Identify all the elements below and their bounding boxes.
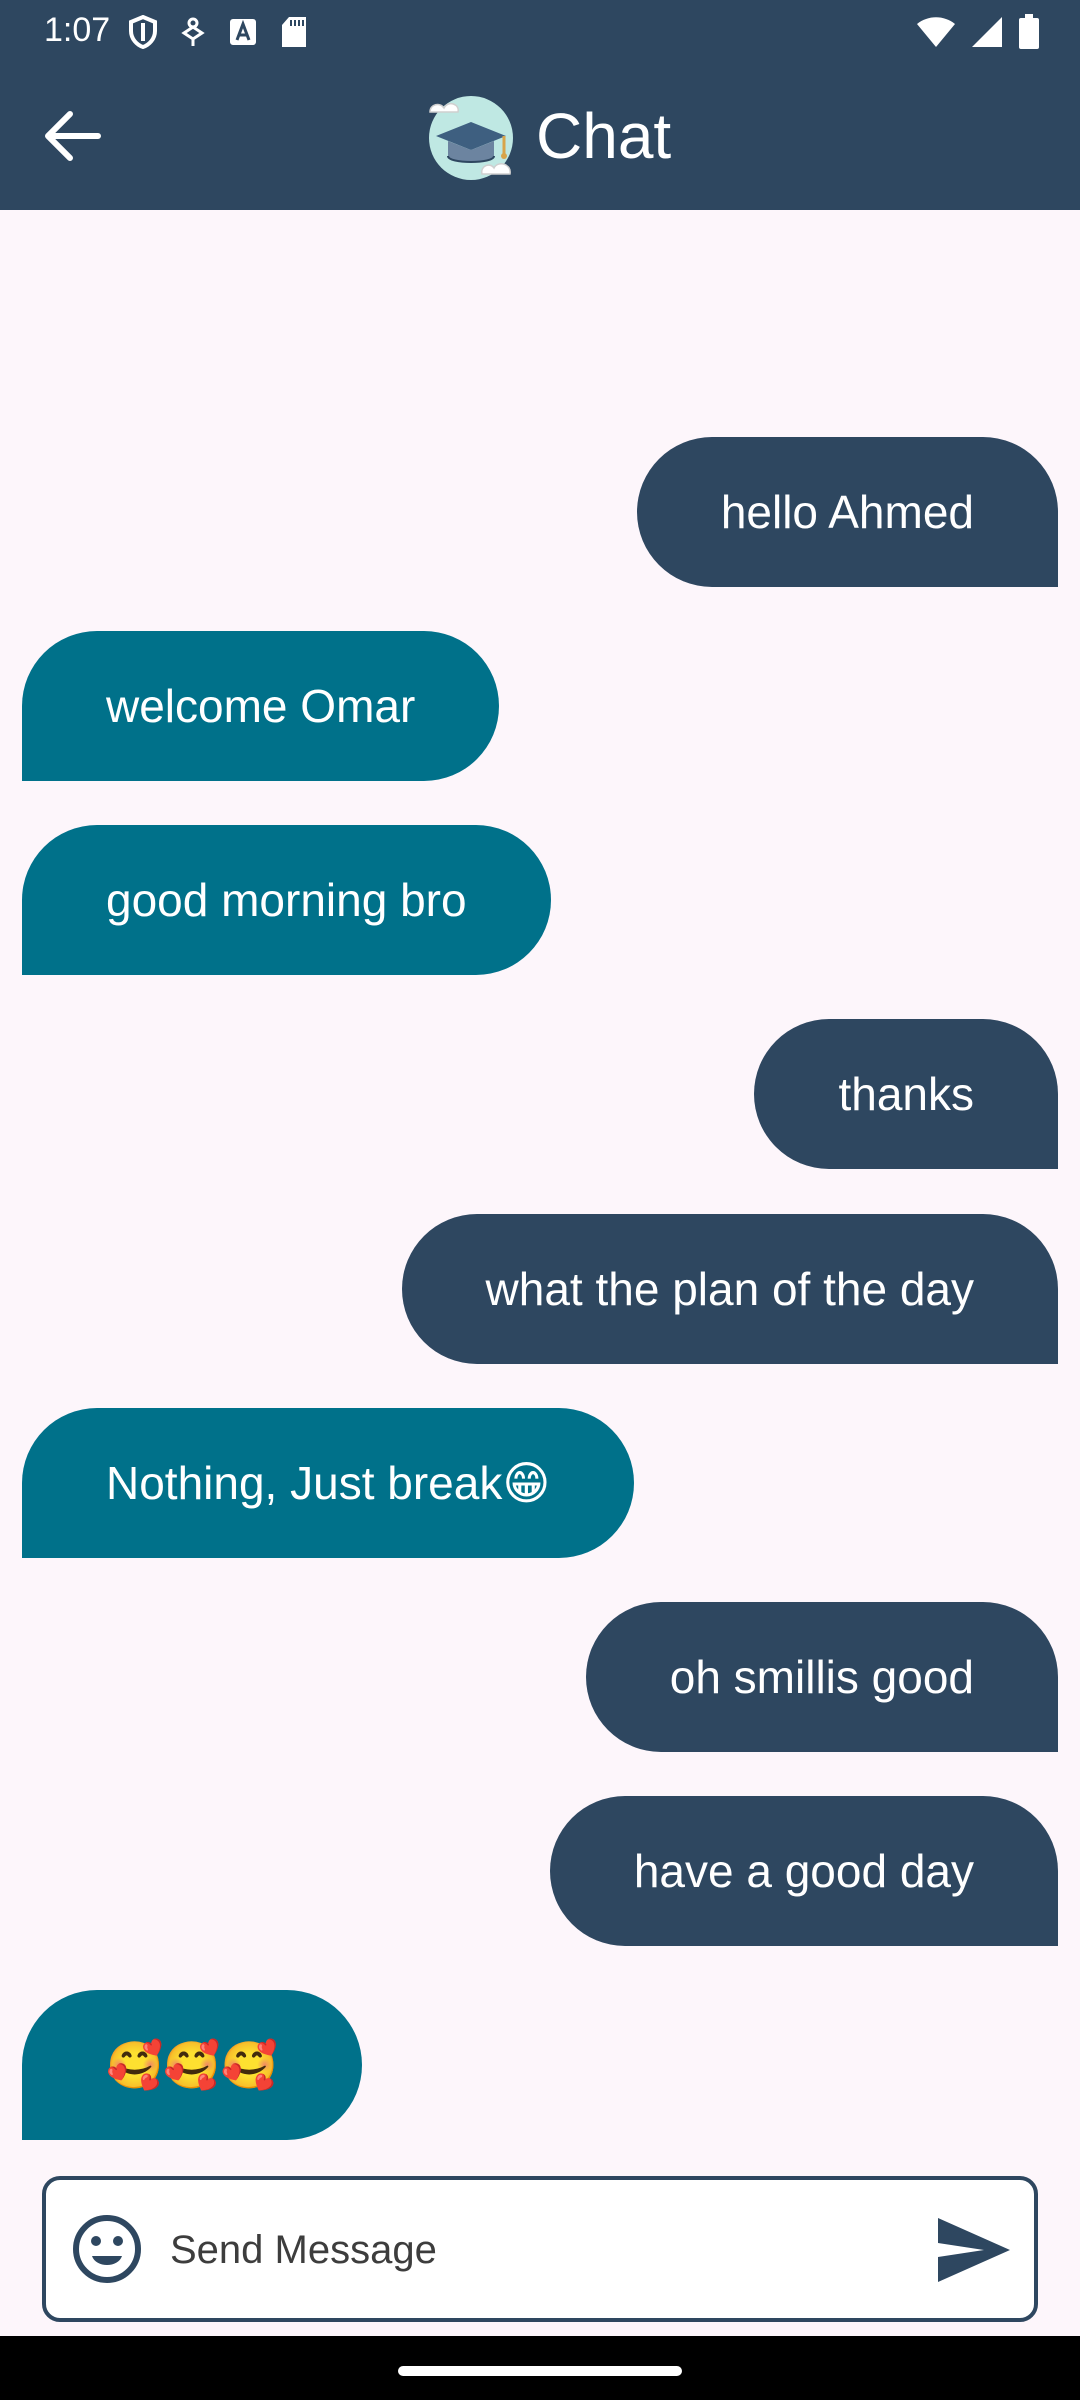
emoji-icon[interactable] (70, 2212, 144, 2286)
status-icons-left (128, 12, 308, 52)
sd-card-icon (282, 17, 306, 47)
font-download-icon (230, 19, 256, 45)
message-bubble-received[interactable]: welcome Omar (22, 631, 500, 781)
message-bubble-sent[interactable]: have a good day (549, 1796, 1058, 1946)
message-list: hello Ahmed welcome Omar good morning br… (0, 210, 1080, 2170)
back-button[interactable] (36, 100, 108, 172)
status-icons-right (916, 12, 1040, 52)
vpn-key-icon (181, 17, 205, 46)
status-bar: 1:07 (0, 0, 1080, 62)
message-bubble-received[interactable]: 🥰🥰🥰 (22, 1990, 362, 2140)
shield-icon (129, 15, 157, 49)
navigation-bar (0, 2336, 1080, 2400)
arrow-back-icon (45, 111, 101, 161)
message-bubble-received[interactable]: Nothing, Just break😁 (22, 1408, 635, 1558)
message-bubble-sent[interactable]: thanks (754, 1019, 1058, 1169)
battery-icon (1019, 14, 1039, 49)
message-bubble-sent[interactable]: oh smillis good (585, 1602, 1058, 1752)
message-input[interactable] (168, 2204, 872, 2296)
app-bar-title-group: Chat (416, 86, 671, 186)
home-gesture-handle[interactable] (398, 2366, 682, 2376)
message-bubble-sent[interactable]: hello Ahmed (636, 437, 1058, 587)
app-bar: Chat (0, 62, 1080, 210)
message-bubble-sent[interactable]: what the plan of the day (401, 1214, 1058, 1364)
message-composer (42, 2176, 1038, 2322)
send-icon[interactable] (932, 2210, 1014, 2290)
signal-icon (972, 17, 1002, 47)
chat-screen: 1:07 Chat hello Ahmed welcome Omar good … (0, 0, 1080, 2400)
status-time: 1:07 (44, 11, 111, 49)
page-title: Chat (536, 100, 672, 172)
message-bubble-received[interactable]: good morning bro (22, 825, 551, 975)
wifi-icon (917, 17, 955, 47)
graduation-cap-cloud-logo (429, 96, 513, 180)
